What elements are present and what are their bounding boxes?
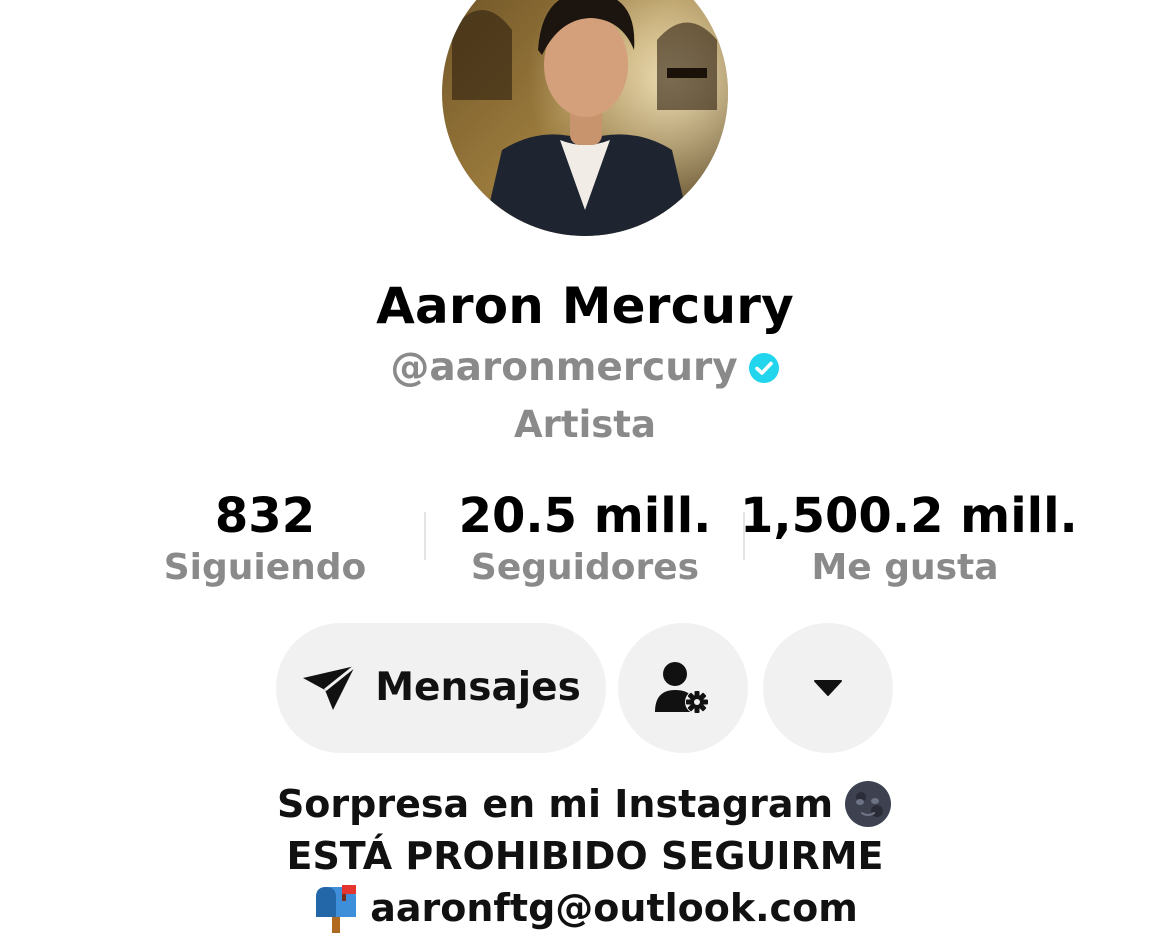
messages-label: Mensajes	[375, 665, 581, 710]
verified-badge-icon	[748, 353, 779, 383]
bio: Sorpresa en mi Instagram ESTÁ PROHIBIDO …	[0, 778, 1170, 934]
stat-followers[interactable]: 20.5 mill. Seguidores	[455, 486, 715, 590]
send-icon	[303, 664, 357, 710]
account-category: Artista	[514, 403, 656, 446]
followers-count: 20.5 mill.	[458, 488, 712, 544]
contact-email[interactable]: aaronftg@outlook.com	[370, 882, 858, 934]
bio-line-2: ESTÁ PROHIBIDO SEGUIRME	[286, 834, 884, 878]
caret-down-icon	[814, 680, 842, 696]
bio-line: ESTÁ PROHIBIDO SEGUIRME	[0, 830, 1170, 882]
likes-count: 1,500.2 mill.	[740, 488, 1078, 544]
bio-line-1: Sorpresa en mi Instagram	[276, 782, 834, 826]
bio-line: aaronftg@outlook.com	[0, 882, 1170, 934]
stat-likes[interactable]: 1,500.2 mill. Me gusta	[740, 486, 1078, 590]
stat-divider	[424, 512, 426, 560]
following-label: Siguiendo	[163, 547, 367, 588]
profile-avatar[interactable]	[442, 0, 728, 236]
following-count: 832	[214, 488, 316, 544]
mailbox-icon	[316, 885, 357, 933]
more-options-button[interactable]	[763, 623, 893, 753]
handle-row: @aaronmercury	[0, 343, 1170, 393]
display-name: Aaron Mercury	[376, 277, 794, 335]
user-settings-icon	[655, 662, 709, 714]
new-moon-face-icon	[845, 781, 892, 827]
followers-label: Seguidores	[470, 547, 700, 588]
friend-settings-button[interactable]	[618, 623, 748, 753]
stat-following[interactable]: 832 Siguiendo	[155, 486, 375, 590]
username-handle: @aaronmercury	[390, 345, 738, 390]
bio-line: Sorpresa en mi Instagram	[0, 778, 1170, 830]
likes-label: Me gusta	[811, 547, 999, 588]
messages-button[interactable]: Mensajes	[276, 623, 606, 753]
avatar-photo	[442, 0, 728, 236]
